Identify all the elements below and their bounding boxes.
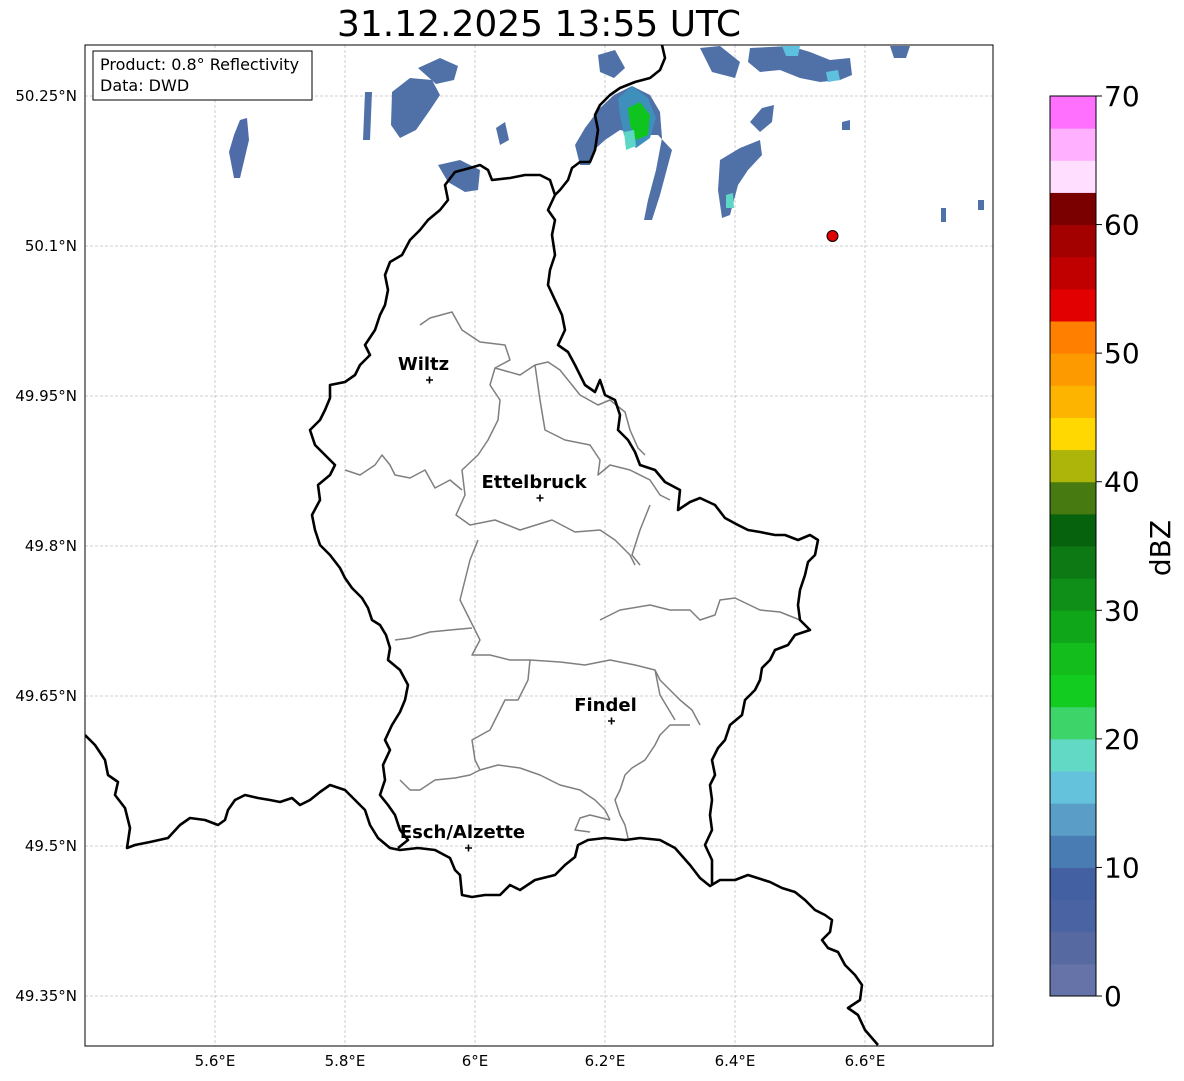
colorbar-segment [1050, 963, 1096, 997]
colorbar-segment [1050, 128, 1096, 161]
colorbar-segment [1050, 224, 1096, 258]
colorbar-segment [1050, 513, 1096, 547]
colorbar-tick-label: 70 [1104, 80, 1140, 113]
colorbar-segment [1050, 353, 1096, 386]
colorbar-segment [1050, 835, 1096, 868]
colorbar: 0 10 20 30 40 50 60 70 dBZ [1049, 80, 1177, 1013]
colorbar-segments [1050, 96, 1096, 997]
colorbar-segment [1050, 899, 1096, 933]
colorbar-tick-label: 50 [1104, 337, 1140, 370]
colorbar-segment [1050, 192, 1096, 226]
colorbar-segment [1050, 385, 1096, 418]
colorbar-segment [1050, 160, 1096, 193]
colorbar-segment [1050, 449, 1096, 483]
colorbar-segment [1050, 674, 1096, 708]
colorbar-segment [1050, 706, 1096, 740]
colorbar-tick-label: 30 [1104, 594, 1140, 627]
colorbar-segment [1050, 867, 1096, 901]
colorbar-segment [1050, 578, 1096, 611]
colorbar-tick-label: 10 [1104, 851, 1140, 884]
colorbar-segment [1050, 931, 1096, 965]
colorbar-tick-label: 60 [1104, 209, 1140, 242]
colorbar-tick-label: 40 [1104, 466, 1140, 499]
colorbar-segment [1050, 288, 1096, 322]
colorbar-segment [1050, 803, 1096, 836]
colorbar-tick-label: 0 [1104, 980, 1122, 1013]
colorbar-segment [1050, 417, 1096, 451]
colorbar-segment [1050, 738, 1096, 772]
colorbar-segment [1050, 321, 1096, 354]
colorbar-segment [1050, 610, 1096, 643]
colorbar-segment [1050, 481, 1096, 515]
colorbar-segment [1050, 546, 1096, 579]
colorbar-segment [1050, 642, 1096, 676]
colorbar-segment [1050, 771, 1096, 804]
colorbar-segment [1050, 96, 1096, 129]
colorbar-tick-label: 20 [1104, 723, 1140, 756]
colorbar-label: dBZ [1144, 520, 1177, 576]
colorbar-ticks: 0 10 20 30 40 50 60 70 [1096, 80, 1140, 1013]
colorbar-segment [1050, 256, 1096, 290]
